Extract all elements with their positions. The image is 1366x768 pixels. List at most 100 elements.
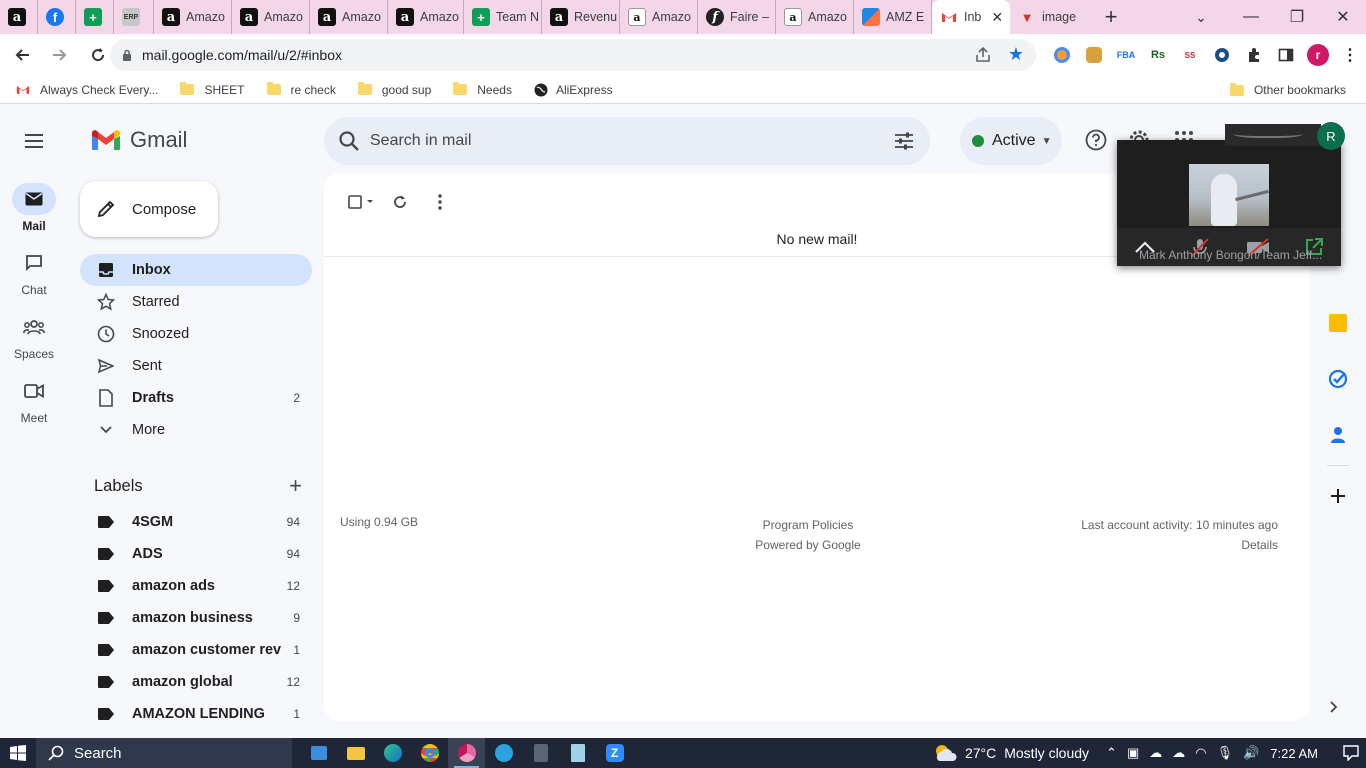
search-options-icon[interactable] [894,131,914,151]
restore-button[interactable]: ❐ [1274,0,1320,34]
forward-button[interactable] [44,39,76,71]
close-tab-icon[interactable]: ✕ [991,9,1003,26]
side-panel-icon[interactable] [1270,39,1302,71]
tab-amazon-7[interactable]: a Amazo [776,0,854,34]
extension-settings-icon[interactable] [1206,39,1238,71]
windows-start-button[interactable] [0,738,36,768]
wifi-icon[interactable]: ◠ [1195,745,1206,761]
add-label-icon[interactable]: + [289,473,302,499]
close-window-button[interactable]: ✕ [1320,0,1366,34]
tab-amz[interactable]: AMZ E [854,0,932,34]
chevron-right-icon[interactable] [1330,701,1338,713]
notification-icon[interactable] [1336,745,1366,761]
search-input[interactable] [370,132,850,150]
extension-seller-icon[interactable]: SS [1174,39,1206,71]
label-item[interactable]: 4SGM 94 [80,506,312,538]
extension-fba-icon[interactable]: FBA [1110,39,1142,71]
bookmark-folder-good-sup[interactable]: good sup [357,78,431,102]
meet-now-icon[interactable]: ▣ [1127,745,1139,761]
microphone-icon[interactable]: 🎙 [1217,745,1234,761]
chrome-icon[interactable] [411,738,448,768]
calculator-icon[interactable] [522,738,559,768]
tasks-icon[interactable] [1316,351,1360,407]
tray-expand-icon[interactable]: ⌃ [1106,745,1117,761]
nav-item-sent[interactable]: Sent [80,350,312,382]
rail-item-meet[interactable]: Meet [0,375,68,439]
label-item[interactable]: AMAZON LENDING 1 [80,698,312,730]
bookmark-always-check[interactable]: Always Check Every... [16,78,158,102]
zoom-icon[interactable]: Z [596,738,633,768]
tab-amazon-2[interactable]: a Amazo [154,0,232,34]
bookmark-star-icon[interactable]: ★ [1008,44,1024,65]
video-call-popup[interactable]: R Mark Anthony Bongon/Team Jeff... [1117,122,1345,266]
main-menu-button[interactable] [14,121,54,161]
add-addon-icon[interactable] [1316,468,1360,524]
label-item[interactable]: amazon global 12 [80,666,312,698]
contacts-icon[interactable] [1316,407,1360,463]
bookmark-aliexpress[interactable]: AliExpress [534,78,613,102]
volume-icon[interactable]: 🔊 [1243,745,1259,761]
refresh-button[interactable] [380,187,420,217]
address-bar[interactable]: mail.google.com/mail/u/2/#inbox ★ [110,39,1036,71]
extension-orange-icon[interactable] [1046,39,1078,71]
nav-item-more[interactable]: More [80,414,312,446]
edge-icon[interactable] [374,738,411,768]
label-item[interactable]: amazon business 9 [80,602,312,634]
chrome-profile-icon[interactable] [448,738,485,768]
bookmark-other-bookmarks[interactable]: Other bookmarks [1229,78,1346,102]
help-icon[interactable] [1083,127,1109,153]
rail-item-chat[interactable]: Chat [0,247,68,311]
details-link[interactable]: Details [1081,535,1278,555]
cloud-icon[interactable]: ☁ [1172,745,1185,761]
tab-amazon-6[interactable]: a Amazo [620,0,698,34]
tab-faire[interactable]: f Faire – [698,0,776,34]
file-explorer-icon[interactable] [337,738,374,768]
tab-facebook[interactable]: f [38,0,76,34]
onedrive-icon[interactable]: ☁ [1149,745,1162,761]
bookmark-folder-re-check[interactable]: re check [266,78,336,102]
back-button[interactable] [6,39,38,71]
tab-revenue[interactable]: a Revenu [542,0,620,34]
nav-item-drafts[interactable]: Drafts 2 [80,382,312,414]
mail-search-bar[interactable] [324,117,930,165]
calendar-icon[interactable] [1316,295,1360,351]
minimize-button[interactable]: — [1228,0,1274,34]
select-all-checkbox[interactable] [340,187,380,217]
account-avatar[interactable]: R [1317,122,1345,150]
notepad-icon[interactable] [559,738,596,768]
nav-item-starred[interactable]: Starred [80,286,312,318]
extensions-puzzle-icon[interactable] [1238,39,1270,71]
compose-button[interactable]: Compose [80,181,218,237]
tab-amazon-1[interactable]: a [0,0,38,34]
profile-button[interactable]: r [1302,39,1334,71]
tab-erp[interactable]: ERP [114,0,154,34]
system-clock[interactable]: 7:22 AM [1270,746,1318,761]
taskbar-search[interactable]: Search [36,738,292,768]
tab-gmail-inbox[interactable]: Inb ✕ [932,0,1010,34]
tab-sheets-1[interactable]: + [76,0,114,34]
label-item[interactable]: amazon customer rev 1 [80,634,312,666]
nav-item-inbox[interactable]: Inbox [80,254,312,286]
telegram-icon[interactable] [485,738,522,768]
status-dropdown[interactable]: Active ▼ [960,117,1062,165]
search-icon[interactable] [338,130,360,152]
chevron-down-icon[interactable]: ⌄ [1186,0,1216,34]
browser-menu-icon[interactable]: ⋮ [1334,39,1366,71]
tab-image[interactable]: ▼ image [1010,0,1094,34]
label-item[interactable]: ADS 94 [80,538,312,570]
gmail-logo[interactable]: Gmail [90,127,187,153]
extension-rs-icon[interactable]: Rs [1142,39,1174,71]
tab-amazon-4[interactable]: a Amazo [310,0,388,34]
label-item[interactable]: amazon ads 12 [80,570,312,602]
nav-item-snoozed[interactable]: Snoozed [80,318,312,350]
share-icon[interactable] [974,46,992,64]
rail-item-mail[interactable]: Mail [0,183,68,247]
bookmark-folder-needs[interactable]: Needs [453,78,512,102]
rail-item-spaces[interactable]: Spaces [0,311,68,375]
new-tab-button[interactable]: + [1094,0,1128,34]
weather-widget[interactable]: 27°C Mostly cloudy [933,743,1089,763]
bookmark-folder-sheet[interactable]: SHEET [180,78,245,102]
tab-amazon-3[interactable]: a Amazo [232,0,310,34]
more-options-button[interactable] [420,187,460,217]
tab-amazon-5[interactable]: a Amazo [388,0,464,34]
